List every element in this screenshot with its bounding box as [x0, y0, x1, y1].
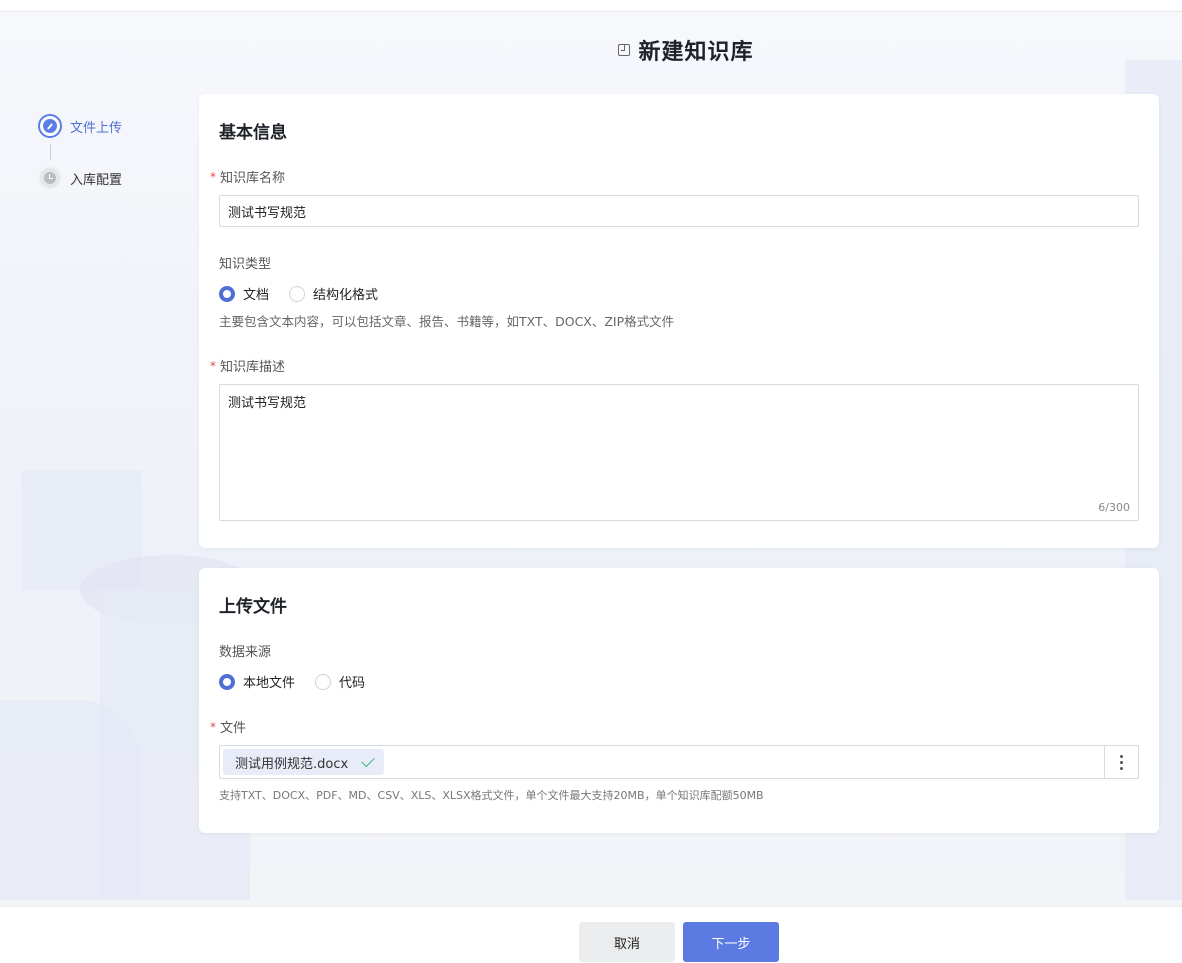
- required-mark: *: [210, 169, 216, 184]
- step-label: 入库配置: [70, 172, 123, 188]
- step-ingest-config[interactable]: 入库配置: [38, 166, 122, 190]
- radio-checked-icon: [219, 285, 235, 302]
- file-hint: 支持TXT、DOCX、PDF、MD、CSV、XLS、XLSX格式文件，单个文件最…: [219, 789, 764, 802]
- required-mark: *: [210, 719, 216, 734]
- step-file-upload[interactable]: 文件上传: [38, 114, 122, 138]
- bg-decoration: [0, 700, 140, 900]
- file-chip[interactable]: 测试用例规范.docx: [223, 749, 385, 775]
- field-label-text: 知识库名称: [220, 171, 286, 186]
- page-header: 新建知识库: [0, 34, 1182, 66]
- description-textarea[interactable]: 测试书写规范 6/300: [219, 384, 1139, 521]
- check-icon: [361, 753, 375, 768]
- step-connector: [50, 144, 51, 160]
- radio-unchecked-icon: [289, 285, 306, 302]
- radio-label: 结构化格式: [313, 288, 379, 303]
- name-label: * 知识库名称: [210, 167, 1139, 187]
- section-heading: 基本信息: [219, 123, 287, 143]
- knowledge-base-icon: [618, 44, 631, 56]
- radio-document[interactable]: 文档: [219, 284, 269, 303]
- radio-checked-icon: [219, 673, 235, 690]
- required-mark: *: [210, 358, 216, 373]
- description-label: * 知识库描述: [210, 356, 1139, 376]
- top-strip: [0, 0, 1182, 12]
- radio-label: 文档: [243, 288, 270, 303]
- field-label-text: 知识库描述: [220, 360, 286, 375]
- section-heading: 上传文件: [219, 597, 287, 617]
- name-input[interactable]: 测试书写规范: [219, 195, 1139, 227]
- radio-unchecked-icon: [315, 673, 332, 690]
- type-hint: 主要包含文本内容，可以包括文章、报告、书籍等，如TXT、DOCX、ZIP格式文件: [219, 314, 675, 329]
- radio-code[interactable]: 代码: [315, 672, 365, 691]
- file-label: * 文件: [210, 717, 1139, 737]
- page-title: 新建知识库: [638, 40, 754, 65]
- upload-card: 上传文件 数据来源 本地文件 代码 * 文件 测试用例规范.docx 支持TXT…: [199, 568, 1159, 833]
- field-label-text: 文件: [220, 721, 247, 736]
- dot-icon: [1120, 766, 1123, 770]
- file-upload-field[interactable]: 测试用例规范.docx: [219, 745, 1139, 779]
- page: 新建知识库 文件上传 入库配置 基本信息 * 知识库名称 测试书写规范 知识类型…: [0, 0, 1182, 963]
- cancel-button[interactable]: 取消: [579, 922, 675, 962]
- type-radio-group: 文档 结构化格式: [219, 284, 1139, 303]
- radio-local-file[interactable]: 本地文件: [219, 672, 295, 691]
- radio-label: 本地文件: [243, 676, 296, 691]
- more-options-button[interactable]: [1104, 746, 1138, 778]
- radio-label: 代码: [339, 676, 366, 691]
- source-label: 数据来源: [219, 645, 272, 660]
- radio-structured[interactable]: 结构化格式: [289, 284, 378, 303]
- source-radio-group: 本地文件 代码: [219, 672, 1139, 691]
- pencil-icon: [38, 114, 62, 138]
- dot-icon: [1120, 760, 1123, 764]
- description-value: 测试书写规范: [228, 396, 307, 411]
- step-label: 文件上传: [70, 120, 123, 136]
- basic-info-card: 基本信息 * 知识库名称 测试书写规范 知识类型 文档 结构化格式 主要包含文本…: [199, 94, 1159, 548]
- char-counter: 6/300: [1098, 501, 1130, 514]
- dot-icon: [1120, 754, 1123, 758]
- footer-bar: 取消 下一步: [0, 906, 1182, 963]
- type-label: 知识类型: [219, 257, 272, 272]
- clock-icon: [38, 166, 62, 190]
- file-name: 测试用例规范.docx: [235, 756, 349, 772]
- next-step-button[interactable]: 下一步: [683, 922, 779, 962]
- step-indicator: 文件上传 入库配置: [38, 114, 122, 190]
